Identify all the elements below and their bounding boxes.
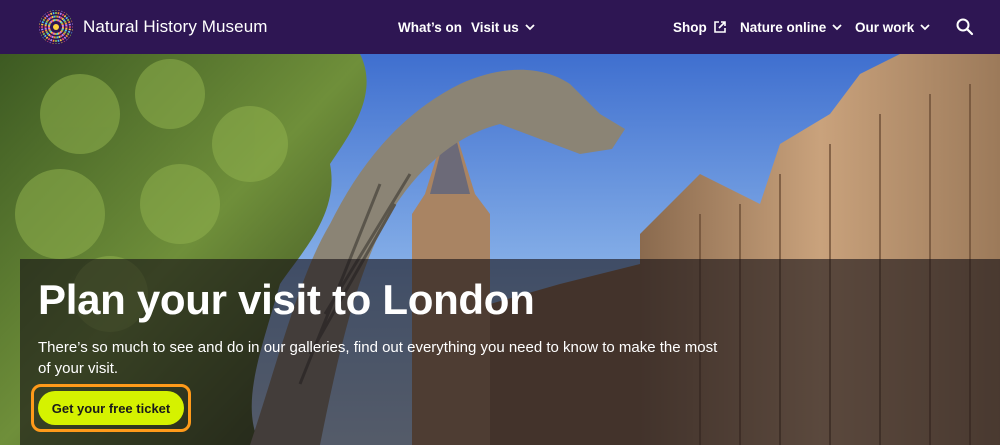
search-icon[interactable] [955, 17, 975, 37]
chevron-down-icon [832, 24, 842, 31]
site-header: Natural History Museum What’s on Visit u… [0, 0, 1000, 54]
hero-banner: Plan your visit to London There’s so muc… [0, 54, 1000, 445]
nav-visit-us-label: Visit us [471, 19, 519, 35]
nav-nature-online-label: Nature online [740, 19, 827, 35]
nav-whats-on-label: What’s on [398, 19, 462, 35]
chevron-down-icon [920, 24, 930, 31]
nav-shop[interactable]: Shop [673, 0, 727, 54]
home-link[interactable]: Natural History Museum [37, 8, 268, 46]
nav-nature-online[interactable]: Nature online [740, 0, 842, 54]
nav-shop-label: Shop [673, 19, 707, 35]
external-link-icon [713, 21, 726, 33]
nav-visit-us[interactable]: Visit us [471, 0, 535, 54]
nhm-logo-icon [38, 9, 74, 45]
nav-whats-on[interactable]: What’s on [398, 0, 462, 54]
hero-title: Plan your visit to London [38, 276, 535, 323]
hero-intro: There’s so much to see and do in our gal… [38, 339, 718, 377]
nav-our-work[interactable]: Our work [855, 0, 930, 54]
brand-name: Natural History Museum [83, 17, 268, 36]
get-free-ticket-button[interactable]: Get your free ticket [38, 391, 184, 425]
chevron-down-icon [525, 24, 535, 31]
nav-our-work-label: Our work [855, 19, 915, 35]
